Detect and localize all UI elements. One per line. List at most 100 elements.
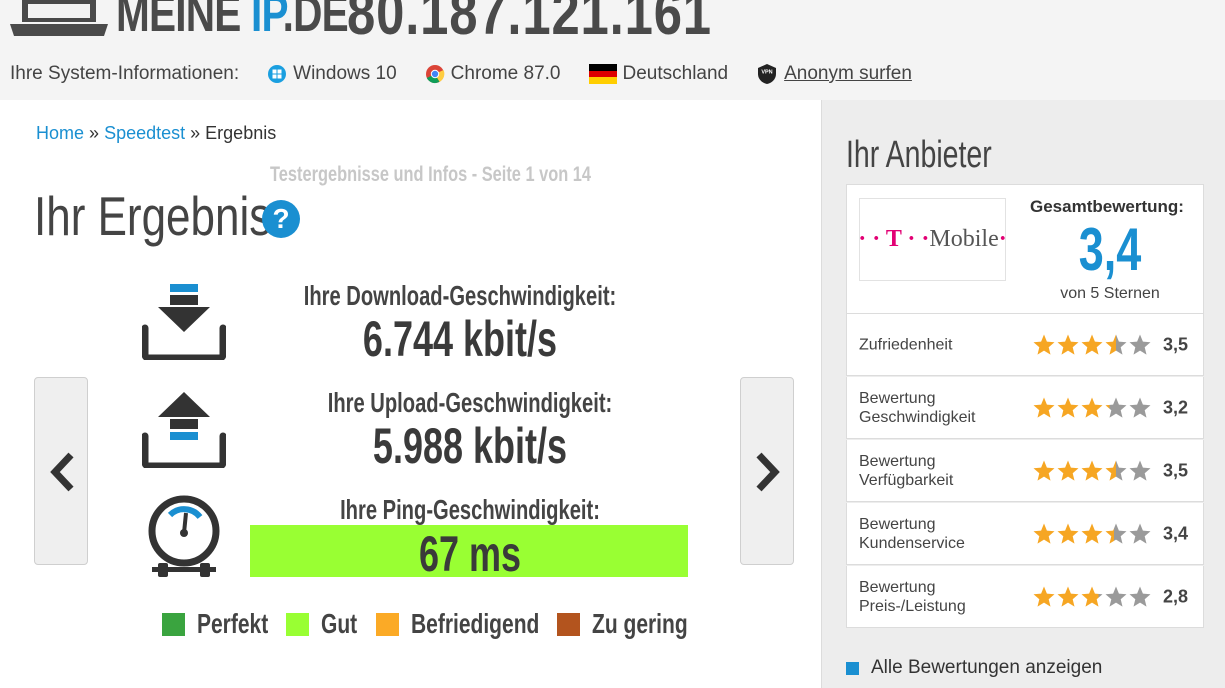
speed-legend: Perfekt Gut Befriedigend Zu gering [162,608,705,640]
upload-label: Ihre Upload-Geschwindigkeit: [327,387,613,418]
legend-item: Zu gering [557,608,688,640]
rating-row: Bewertung Verfügbarkeit 3,5 [846,440,1204,502]
rating-value: 3,5 [1163,334,1189,354]
star-icon [1081,460,1103,481]
tmobile-logo-text: · · T · ·Mobile· [858,226,1007,252]
download-icon [142,284,226,360]
star-icon [1105,460,1127,481]
star-icon [1057,523,1079,544]
star-icon [1033,397,1055,418]
vpn-badge-text: VPN [761,70,772,76]
rating-label: Bewertung Geschwindigkeit [859,389,976,426]
header: MEINE IP.DE 80.187.121.161 Ihre System-I… [0,0,1225,100]
star-icon [1033,460,1055,481]
ping-value: 67 ms [418,526,522,582]
breadcrumb-separator: » [190,123,201,143]
germany-flag-icon [588,64,617,84]
all-ratings-link[interactable]: Alle Bewertungen anzeigen [846,657,1102,679]
upload-icon [142,392,226,468]
square-bullet-icon [846,661,859,675]
legend-label: Befriedigend [410,608,539,639]
star-rating [1033,460,1151,481]
rating-list: Zufriedenheit 3,5 Bewertung Geschwindigkei… [846,314,1204,629]
star-rating [1033,397,1151,418]
browser-label: Chrome 87.0 [450,63,561,84]
all-ratings-label[interactable]: Alle Bewertungen anzeigen [871,657,1102,679]
chrome-icon [425,65,445,84]
legend-label: Gut [321,608,358,639]
star-icon [1033,334,1055,355]
page-title: Ihr Ergebnis [34,185,272,247]
legend-label: Perfekt [197,608,269,639]
windows-icon [268,65,287,83]
system-info-bar: Ihre System-Informationen: Windows 10 Ch… [10,62,912,86]
star-icon [1081,586,1103,607]
overall-rating-scale: von 5 Sternen [1060,285,1160,302]
legend-swatch [375,612,399,636]
upload-value: 5.988 kbit/s [372,418,568,474]
vpn-shield-icon: VPN [758,64,777,84]
star-icon [1057,334,1079,355]
anon-surf[interactable]: VPN Anonym surfen [756,63,912,85]
browser-info: Chrome 87.0 [425,63,561,85]
os-info: Windows 10 [267,63,397,85]
ping-gauge-icon [148,495,220,577]
star-icon [1105,334,1127,355]
provider-card: · · T · ·Mobile· Gesamtbewertung: 3,4 vo… [846,184,1204,314]
star-icon [1105,397,1127,418]
rating-label: Bewertung Kundenservice [859,515,965,552]
rating-label: Zufriedenheit [859,336,953,353]
next-page-button[interactable] [740,377,794,565]
star-icon [1081,397,1103,418]
rating-value: 3,2 [1163,397,1189,417]
legend-item: Perfekt [162,608,268,640]
site-logo[interactable]: MEINE IP.DE [116,0,349,44]
chevron-right-icon [756,452,780,492]
breadcrumb-home[interactable]: Home [36,123,84,143]
provider-sidebar: Ihr Anbieter · · T · ·Mobile· Gesamtbewe… [821,100,1225,688]
anon-surf-link[interactable]: Anonym surfen [784,63,912,85]
help-icon[interactable]: ? [262,200,300,238]
star-icon [1105,586,1127,607]
overall-rating-value: 3,4 [1078,216,1142,283]
rating-row: Bewertung Preis-/Leistung 2,8 [846,566,1204,628]
rating-label: Bewertung Preis-/Leistung [859,578,966,615]
star-icon [1129,460,1151,481]
breadcrumb-current: Ergebnis [205,123,277,143]
provider-heading: Ihr Anbieter [846,134,992,176]
star-rating [1033,523,1151,544]
ip-address: 80.187.121.161 [347,0,712,48]
rating-label: Bewertung Verfügbarkeit [859,452,954,489]
rating-row: Bewertung Kundenservice 3,4 [846,503,1204,565]
star-icon [1129,397,1151,418]
rating-value: 3,5 [1163,460,1189,480]
download-value: 6.744 kbit/s [362,311,558,367]
ping-label: Ihre Ping-Geschwindigkeit: [340,494,600,525]
star-icon [1129,523,1151,544]
star-rating [1033,334,1151,355]
star-icon [1057,460,1079,481]
star-icon [1081,523,1103,544]
laptop-logo-icon [10,0,108,36]
download-label: Ihre Download-Geschwindigkeit: [303,280,617,311]
star-icon [1033,523,1055,544]
breadcrumb: Home » Speedtest » Ergebnis [36,123,276,144]
legend-swatch [557,612,581,636]
country-info: Deutschland [588,63,729,85]
chevron-left-icon [50,452,74,492]
provider-logo[interactable]: · · T · ·Mobile· [858,198,1007,281]
star-icon [1033,586,1055,607]
star-icon [1057,586,1079,607]
page-subtitle: Testergebnisse und Infos - Seite 1 von 1… [270,163,592,186]
main-content: Home » Speedtest » Ergebnis Testergebnis… [10,100,820,688]
rating-row: Zufriedenheit 3,5 [846,314,1204,376]
legend-label: Zu gering [592,608,688,639]
breadcrumb-speedtest[interactable]: Speedtest [104,123,185,143]
country-label: Deutschland [622,63,729,84]
breadcrumb-separator: » [89,123,100,143]
rating-value: 2,8 [1163,586,1189,606]
star-rating [1033,586,1151,607]
previous-page-button[interactable] [34,377,88,565]
rating-value: 3,4 [1163,523,1189,543]
rating-row: Bewertung Geschwindigkeit 3,2 [846,377,1204,439]
